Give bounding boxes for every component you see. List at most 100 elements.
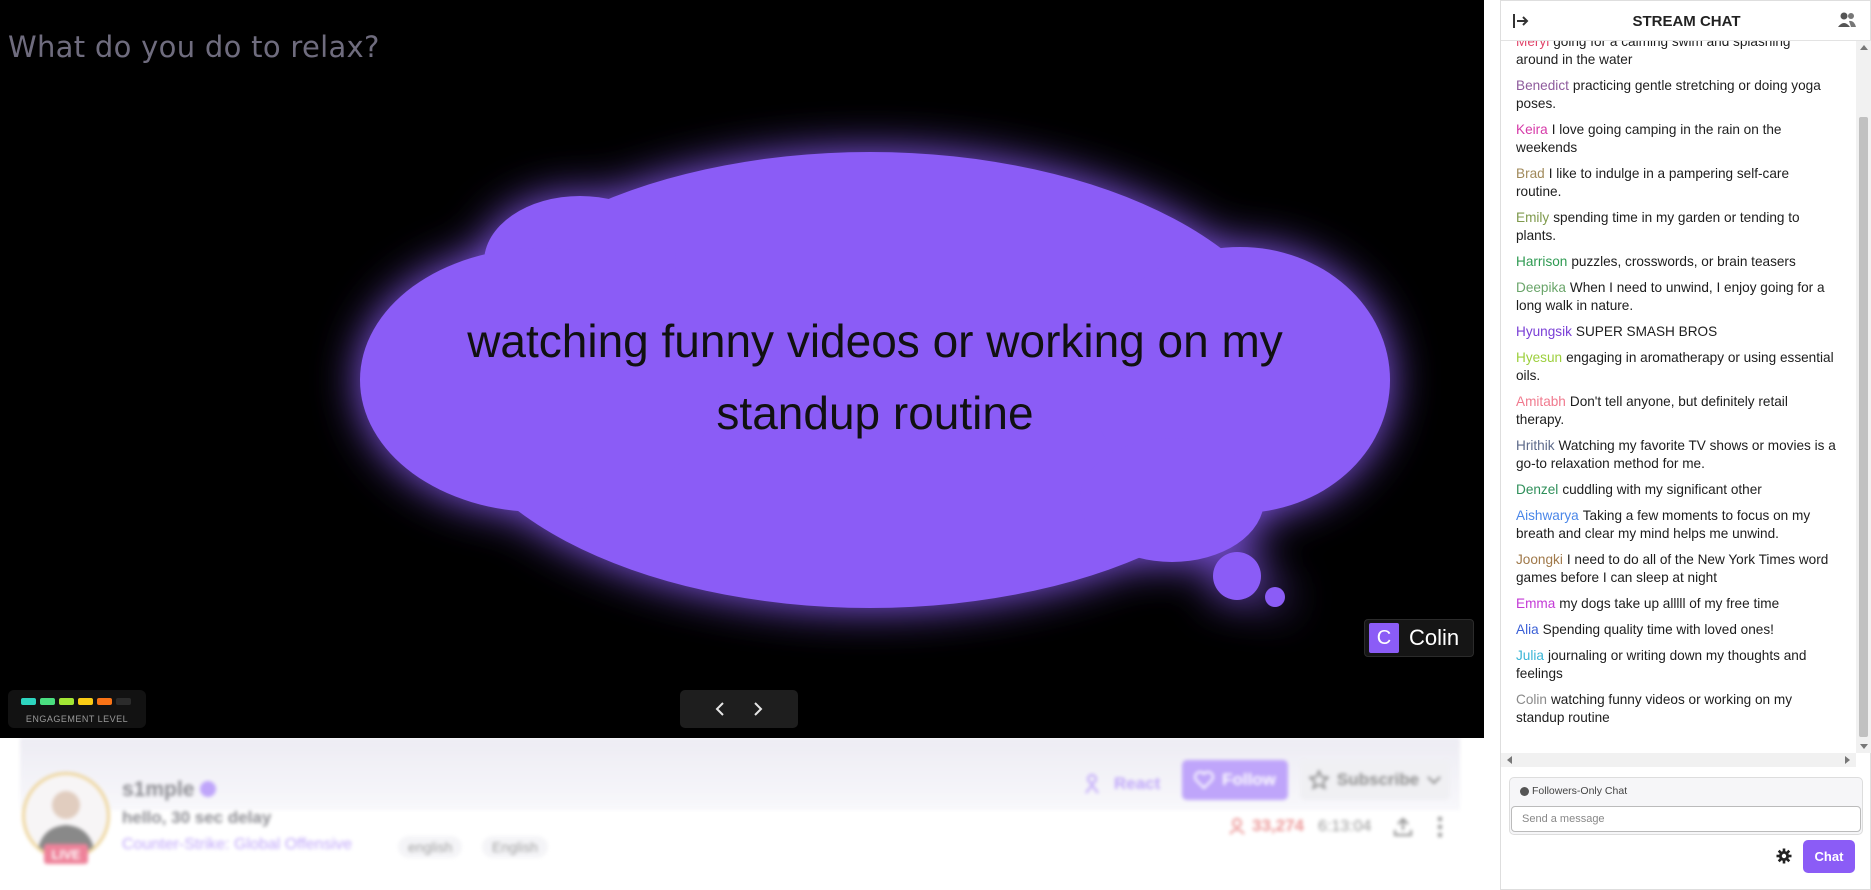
- chat-username[interactable]: Brad: [1516, 166, 1545, 181]
- author-name: Colin: [1409, 625, 1460, 650]
- chat-username[interactable]: Hyesun: [1516, 350, 1562, 365]
- chat-message: Aishwarya Taking a few moments to focus o…: [1516, 507, 1836, 543]
- uptime: 6:13:04: [1318, 818, 1372, 835]
- live-badge: LIVE: [44, 844, 88, 864]
- chat-text: puzzles, crosswords, or brain teasers: [1571, 254, 1796, 269]
- share-icon[interactable]: [1392, 816, 1414, 838]
- engagement-bar: [97, 698, 112, 705]
- game-link[interactable]: Counter-Strike: Global Offensive: [122, 836, 352, 854]
- engagement-bar: [116, 698, 131, 705]
- tag-chip[interactable]: english: [398, 836, 463, 858]
- chat-username[interactable]: Meryl: [1516, 41, 1549, 49]
- chat-message: Deepika When I need to unwind, I enjoy go…: [1516, 279, 1836, 315]
- viewer-count-value: 33,274: [1252, 816, 1304, 835]
- chat-username[interactable]: Deepika: [1516, 280, 1566, 295]
- engagement-meter: ENGAGEMENT LEVEL: [8, 690, 146, 728]
- chat-hscrollbar[interactable]: [1501, 753, 1856, 767]
- engagement-label: ENGAGEMENT LEVEL: [25, 714, 129, 724]
- chat-header: STREAM CHAT: [1501, 1, 1871, 41]
- scrollbar-thumb[interactable]: [1859, 117, 1868, 737]
- engagement-bar: [59, 698, 74, 705]
- engagement-bars: [21, 698, 131, 705]
- prompt-title: What do you do to relax?: [8, 30, 380, 64]
- followers-only-label: Followers-Only Chat: [1532, 785, 1628, 797]
- scroll-up-arrow[interactable]: [1860, 45, 1868, 50]
- chevron-left-icon: [715, 702, 724, 716]
- chevron-right-icon: [754, 702, 763, 716]
- chat-text: I love going camping in the rain on the …: [1516, 122, 1782, 155]
- chat-username[interactable]: Emily: [1516, 210, 1549, 225]
- chat-message: Emily spending time in my garden or tendi…: [1516, 209, 1836, 245]
- heart-icon: [1194, 771, 1215, 789]
- next-button[interactable]: [750, 701, 766, 717]
- chat-title: STREAM CHAT: [1632, 13, 1741, 30]
- more-options-icon[interactable]: [1436, 816, 1444, 838]
- tag-chip[interactable]: English: [482, 836, 548, 858]
- star-icon: [1308, 770, 1329, 790]
- subscribe-label: Subscribe: [1336, 770, 1420, 789]
- chat-text: spending time in my garden or tending to…: [1516, 210, 1800, 243]
- scroll-right-arrow[interactable]: [1845, 756, 1850, 764]
- channel-name[interactable]: s1mple: [122, 778, 194, 802]
- follow-button[interactable]: Follow: [1182, 760, 1288, 800]
- react-icon: [1085, 774, 1099, 794]
- prev-button[interactable]: [712, 701, 728, 717]
- chat-message: Joongki I need to do all of the New York …: [1516, 551, 1836, 587]
- chat-username[interactable]: Colin: [1516, 692, 1547, 707]
- react-button[interactable]: React: [1084, 764, 1160, 804]
- chat-username[interactable]: Emma: [1516, 596, 1555, 611]
- scroll-left-arrow[interactable]: [1507, 756, 1512, 764]
- chat-message: Alia Spending quality time with loved one…: [1516, 621, 1836, 639]
- viewer-count: 33,274: [1228, 816, 1304, 836]
- chat-username[interactable]: Benedict: [1516, 78, 1569, 93]
- engagement-bar: [40, 698, 55, 705]
- bubble-text: watching funny videos or working on my s…: [467, 315, 1283, 439]
- chat-input[interactable]: [1511, 806, 1861, 832]
- chat-message: Hyungsik SUPER SMASH BROS: [1516, 323, 1836, 341]
- send-chat-button[interactable]: Chat: [1803, 840, 1855, 873]
- author-tag: C Colin: [1364, 619, 1475, 657]
- chat-text: Watching my favorite TV shows or movies …: [1516, 438, 1836, 471]
- chat-message: Colin watching funny videos or working on…: [1516, 691, 1836, 727]
- chat-message: Hyesun engaging in aromatherapy or using …: [1516, 349, 1836, 385]
- author-initial: C: [1369, 623, 1399, 653]
- stream-title: hello, 30 sec delay: [122, 808, 272, 827]
- chat-text: my dogs take up alllll of my free time: [1559, 596, 1780, 611]
- chat-username[interactable]: Alia: [1516, 622, 1539, 637]
- scroll-down-arrow[interactable]: [1860, 744, 1868, 749]
- chat-messages: Meryl going for a calming swim and splash…: [1501, 41, 1856, 753]
- video-stage: What do you do to relax? watching funny …: [0, 0, 1484, 738]
- chat-text: I like to indulge in a pampering self-ca…: [1516, 166, 1790, 199]
- verified-icon: [200, 781, 216, 797]
- chat-message: Benedict practicing gentle stretching or …: [1516, 77, 1836, 113]
- chat-username[interactable]: Hrithik: [1516, 438, 1555, 453]
- question-nav: [680, 690, 798, 728]
- users-icon[interactable]: [1837, 11, 1857, 29]
- chat-text: SUPER SMASH BROS: [1575, 324, 1718, 339]
- chat-username[interactable]: Amitabh: [1516, 394, 1566, 409]
- chat-username[interactable]: Harrison: [1516, 254, 1567, 269]
- engagement-bar: [21, 698, 36, 705]
- chat-text: going for a calming swim and splashing a…: [1516, 41, 1791, 67]
- react-label: React: [1114, 774, 1161, 793]
- engagement-bar: [78, 698, 93, 705]
- chat-username[interactable]: Keira: [1516, 122, 1548, 137]
- subscribe-button[interactable]: Subscribe: [1300, 760, 1450, 800]
- chevron-down-icon: [1427, 776, 1441, 785]
- chat-username[interactable]: Hyungsik: [1516, 324, 1572, 339]
- chat-scrollbar[interactable]: [1856, 41, 1871, 753]
- chat-message: Meryl going for a calming swim and splash…: [1516, 41, 1836, 69]
- chat-composer: Followers-Only Chat: [1509, 777, 1863, 835]
- stream-info: LIVE s1mple hello, 30 sec delay Counter-…: [0, 738, 1484, 890]
- chat-username[interactable]: Julia: [1516, 648, 1544, 663]
- info-icon: [1520, 786, 1529, 796]
- chat-text: cuddling with my significant other: [1562, 482, 1762, 497]
- chat-username[interactable]: Aishwarya: [1516, 508, 1579, 523]
- chat-username[interactable]: Denzel: [1516, 482, 1558, 497]
- chat-username[interactable]: Joongki: [1516, 552, 1563, 567]
- gear-icon[interactable]: [1776, 848, 1792, 864]
- chat-message: Brad I like to indulge in a pampering sel…: [1516, 165, 1836, 201]
- chat-panel: STREAM CHAT Meryl going for a calming swi…: [1500, 0, 1871, 890]
- follow-label: Follow: [1222, 770, 1276, 789]
- viewer-icon: [1229, 818, 1245, 835]
